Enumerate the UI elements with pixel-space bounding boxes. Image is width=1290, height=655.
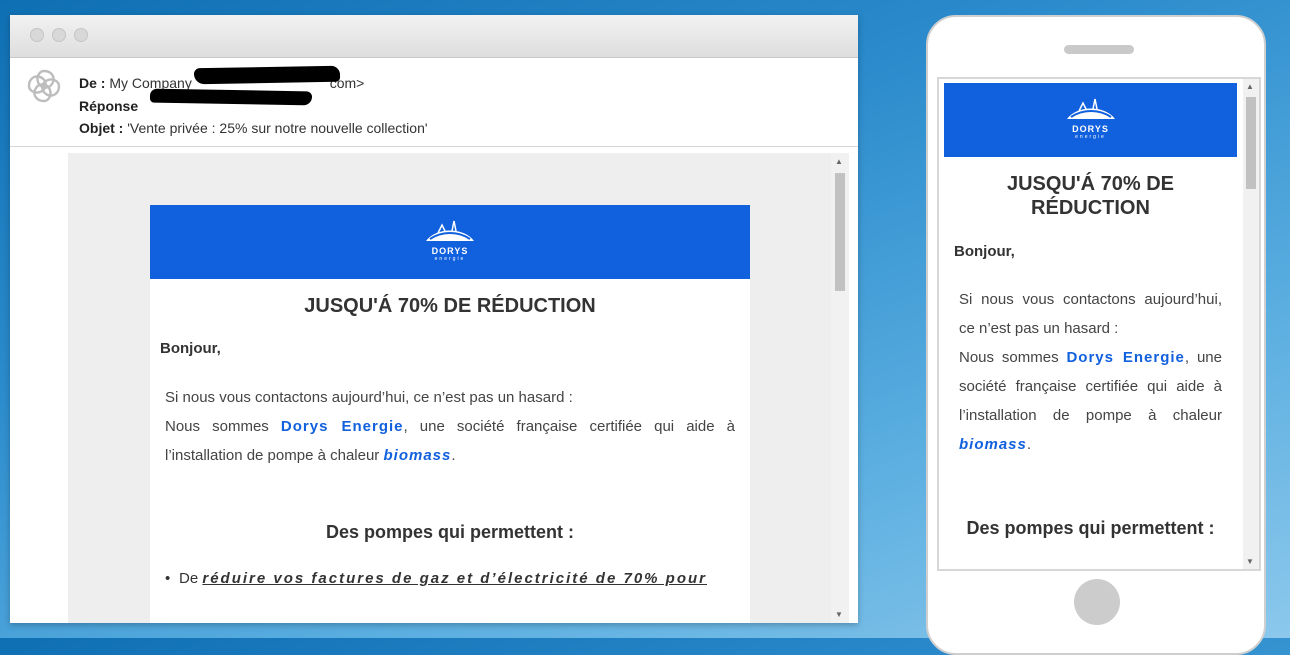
email-banner-mobile: DORYS energie — [944, 83, 1237, 157]
scrollbar-thumb[interactable] — [835, 173, 845, 291]
mobile-scrollbar[interactable]: ▲ ▼ — [1243, 79, 1259, 569]
scroll-down-icon[interactable]: ▼ — [1246, 557, 1254, 566]
sendinblue-logo-icon — [27, 69, 61, 103]
intro-line: Si nous vous contactons aujourd’hui, ce … — [165, 389, 573, 406]
email-headers: De : My Company com> Réponse Objet : 'Ve… — [10, 58, 858, 147]
desktop-scrollbar[interactable]: ▲ ▼ — [831, 153, 849, 623]
scrollbar-thumb-mobile[interactable] — [1246, 97, 1256, 189]
redaction-mark — [149, 88, 313, 106]
email-preview-pane[interactable]: DORYS energie JUSQU'Á 70% DE RÉDUCTION B… — [68, 153, 849, 623]
brand-logo-mobile: DORYS energie — [1065, 95, 1117, 140]
intro-line-mobile: Si nous vous contactons aujourd’hui, ce … — [959, 291, 1222, 337]
email-greeting: Bonjour, — [160, 340, 221, 357]
subject-value: 'Vente privée : 25% sur notre nouvelle c… — [127, 120, 428, 136]
section-title-mobile: Des pompes qui permettent : — [966, 518, 1215, 538]
body-pre-mobile: Nous sommes — [959, 349, 1059, 366]
brand-subtitle-mobile: energie — [1075, 134, 1106, 140]
email-title: JUSQU'Á 70% DE RÉDUCTION — [304, 295, 596, 317]
dorys-logo-icon — [426, 220, 474, 241]
scroll-down-icon[interactable]: ▼ — [835, 610, 843, 619]
body-period-mobile: . — [1026, 436, 1032, 453]
product-name-mobile: biomass — [959, 436, 1027, 453]
brand-subtitle: energie — [434, 256, 466, 262]
reply-label: Réponse — [79, 97, 139, 114]
email-banner: DORYS energie — [150, 205, 750, 279]
company-name: Dorys Energie — [280, 418, 404, 435]
scroll-up-icon[interactable]: ▲ — [835, 157, 843, 166]
mobile-screen[interactable]: DORYS energie JUSQU'Á 70% DE RÉDUCTION B… — [937, 77, 1261, 571]
email-paragraph: Si nous vous contactons aujourd’hui, ce … — [165, 383, 735, 470]
brand-logo: DORYS energie — [424, 217, 476, 262]
section-title: Des pompes qui permettent : — [325, 522, 575, 542]
subject-line: Objet : 'Vente privée : 25% sur notre no… — [79, 117, 428, 140]
window-minimize-dot[interactable] — [52, 28, 66, 42]
mobile-preview-phone: DORYS energie JUSQU'Á 70% DE RÉDUCTION B… — [926, 15, 1266, 655]
window-maximize-dot[interactable] — [74, 28, 88, 42]
from-label: De : — [79, 75, 106, 91]
list-item: De réduire vos factures de gaz et d’élec… — [165, 570, 735, 587]
redaction-mark — [193, 65, 341, 85]
desktop-preview-window: De : My Company com> Réponse Objet : 'Ve… — [10, 15, 858, 623]
brand-name: DORYS — [431, 246, 469, 256]
company-name-mobile: Dorys Energie — [1066, 349, 1185, 366]
subject-label: Objet : — [79, 120, 124, 136]
bullet-text: réduire vos factures de gaz et d’électri… — [202, 570, 707, 587]
bullet-pre: De — [179, 570, 199, 587]
mobile-email-body: DORYS energie JUSQU'Á 70% DE RÉDUCTION B… — [944, 83, 1237, 539]
window-titlebar — [10, 15, 858, 58]
home-button-icon[interactable] — [1074, 579, 1120, 625]
email-title-mobile: JUSQU'Á 70% DE RÉDUCTION — [1006, 173, 1175, 219]
window-close-dot[interactable] — [30, 28, 44, 42]
email-paragraph-mobile: Si nous vous contactons aujourd’hui, ce … — [959, 285, 1222, 459]
product-name: biomass — [383, 447, 452, 464]
body-pre: Nous sommes — [165, 418, 269, 435]
brand-name-mobile: DORYS — [1072, 124, 1109, 134]
email-body: DORYS energie JUSQU'Á 70% DE RÉDUCTION B… — [150, 205, 750, 623]
body-period: . — [451, 447, 456, 464]
phone-speaker — [1064, 45, 1134, 54]
scroll-up-icon[interactable]: ▲ — [1246, 82, 1254, 91]
dorys-logo-icon — [1066, 98, 1115, 119]
email-greeting-mobile: Bonjour, — [954, 243, 1015, 260]
